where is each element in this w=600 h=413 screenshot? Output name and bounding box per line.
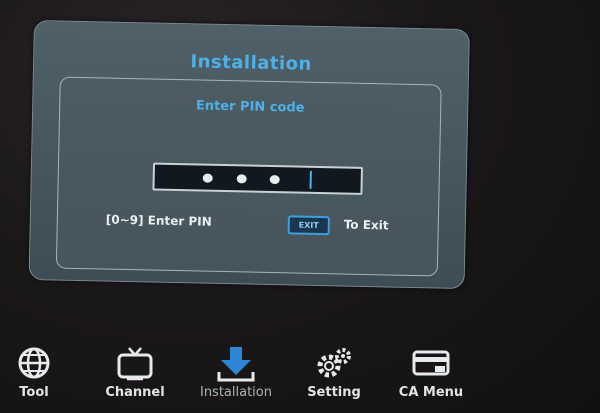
menu-label-channel: Channel (105, 385, 165, 400)
exit-hint: To Exit (343, 217, 389, 233)
exit-key-badge[interactable]: EXIT (287, 215, 330, 236)
menu-label-tool: Tool (19, 385, 49, 400)
pin-dialog: Installation Enter PIN code [0~9] Enter … (28, 20, 470, 290)
bottom-menu-bar: Tool Channel Installation Setting CA Men… (0, 340, 600, 413)
text-cursor (309, 170, 312, 189)
pin-dot (236, 174, 247, 184)
enter-pin-hint: [0~9] Enter PIN (105, 212, 212, 229)
menu-item-installation[interactable]: Installation (188, 340, 284, 413)
dialog-inner-panel: Enter PIN code [0~9] Enter PIN EXIT To E… (55, 76, 442, 277)
menu-label-setting: Setting (307, 385, 361, 400)
pin-dot (202, 173, 213, 183)
menu-label-ca-menu: CA Menu (398, 385, 464, 400)
card-icon (411, 346, 451, 384)
dialog-title: Installation (190, 51, 313, 75)
menu-item-setting[interactable]: Setting (298, 340, 370, 413)
pin-input[interactable] (152, 162, 363, 195)
tv-icon (115, 346, 155, 386)
pin-prompt: Enter PIN code (195, 98, 305, 116)
menu-item-channel[interactable]: Channel (98, 340, 172, 413)
gears-icon (314, 346, 354, 386)
menu-item-ca-menu[interactable]: CA Menu (384, 340, 478, 413)
globe-icon (15, 346, 53, 384)
menu-item-tool[interactable]: Tool (6, 340, 62, 413)
menu-label-installation: Installation (199, 385, 272, 400)
pin-dot (269, 174, 280, 185)
download-icon (215, 346, 257, 388)
